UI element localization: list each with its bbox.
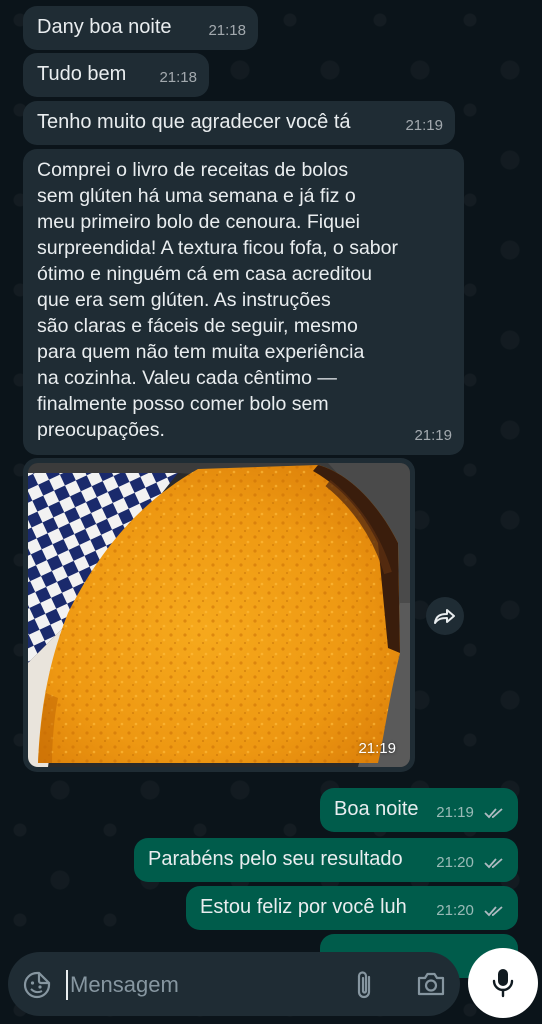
cake-photo[interactable]: 21:19 [28, 463, 410, 767]
double-check-icon [484, 906, 503, 917]
message-bubble-outgoing[interactable]: Estou feliz por você luh 21:20 [186, 886, 518, 930]
message-composer[interactable]: Mensagem [8, 952, 460, 1016]
message-bubble-outgoing[interactable]: Boa noite 21:19 [320, 788, 518, 832]
forward-button[interactable] [426, 597, 464, 635]
message-time: 21:20 [436, 902, 474, 919]
message-text: Tenho muito que agradecer você tá [37, 111, 351, 133]
message-time: 21:18 [208, 22, 246, 39]
carrot-cake-image [28, 463, 410, 767]
voice-record-button[interactable] [468, 948, 538, 1018]
message-text: Tudo bem [37, 63, 127, 85]
forward-icon [434, 609, 455, 624]
message-bubble-incoming[interactable]: Comprei o livro de receitas de bolos sem… [23, 149, 464, 455]
message-text: Estou feliz por você luh [200, 896, 407, 918]
camera-icon[interactable] [416, 970, 446, 1003]
double-check-icon [484, 858, 503, 869]
chat-area[interactable]: Dany boa noite 21:18 Tudo bem 21:18 Tenh… [0, 0, 542, 1024]
message-bubble-incoming[interactable]: Tudo bem 21:18 [23, 53, 209, 97]
message-time: 21:19 [405, 117, 443, 134]
message-text: Comprei o livro de receitas de bolos sem… [37, 159, 398, 441]
attach-icon[interactable] [352, 969, 378, 1006]
message-text: Dany boa noite [37, 16, 172, 38]
sticker-icon[interactable] [22, 970, 52, 1005]
message-text: Parabéns pelo seu resultado [148, 848, 403, 870]
message-time: 21:18 [159, 69, 197, 86]
photo-time: 21:19 [358, 740, 396, 757]
mic-icon [492, 969, 514, 998]
text-caret [66, 970, 68, 1000]
message-bubble-incoming[interactable]: Tenho muito que agradecer você tá 21:19 [23, 101, 455, 145]
double-check-icon [484, 808, 503, 819]
photo-message[interactable]: 21:19 [23, 458, 415, 772]
message-bubble-incoming[interactable]: Dany boa noite 21:18 [23, 6, 258, 50]
message-input-placeholder[interactable]: Mensagem [70, 972, 179, 998]
message-time: 21:19 [414, 427, 452, 444]
message-time: 21:19 [436, 804, 474, 821]
message-time: 21:20 [436, 854, 474, 871]
message-text: Boa noite [334, 798, 419, 820]
message-bubble-outgoing[interactable]: Parabéns pelo seu resultado 21:20 [134, 838, 518, 882]
